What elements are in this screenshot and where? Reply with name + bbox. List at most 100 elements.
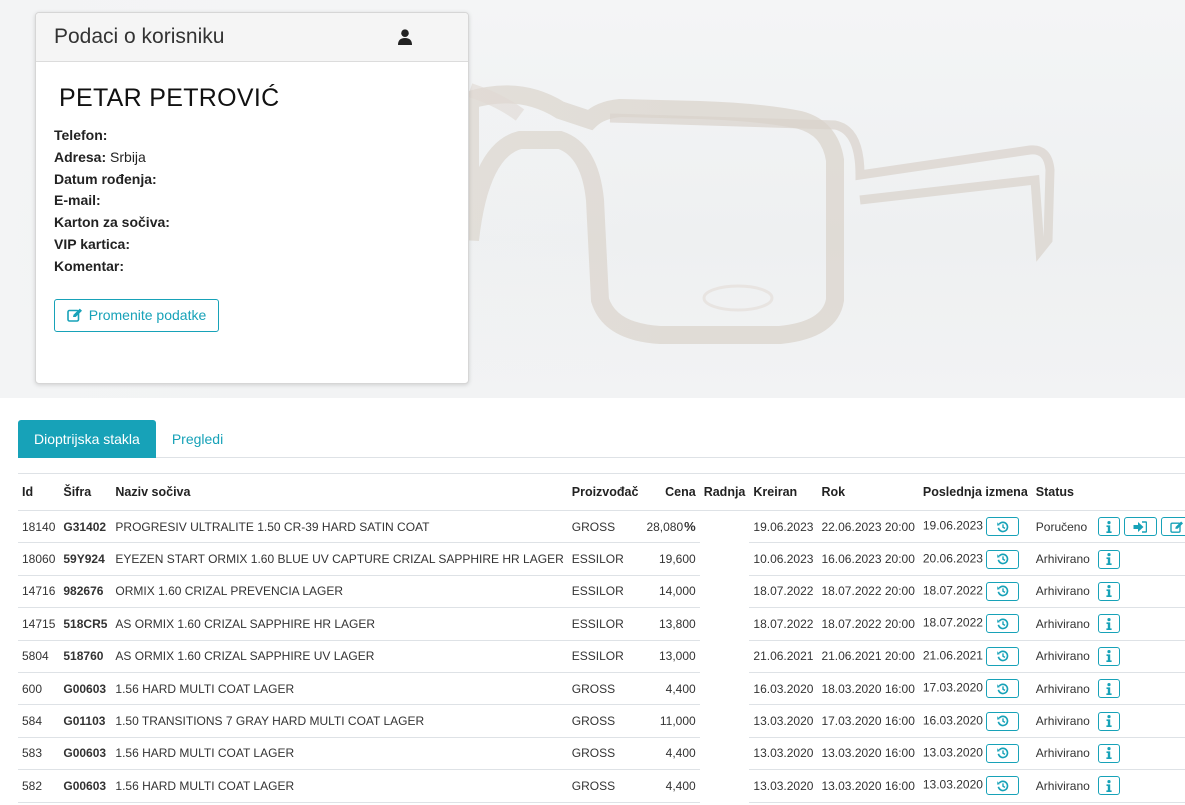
col-header-price[interactable]: Cena [642,473,700,511]
col-header-maker[interactable]: Proizvođač [567,473,643,511]
cell-id: 18140 [18,510,60,544]
table-row[interactable]: 14715 518CR5 AS ORMIX 1.60 CRIZAL SAPPHIRE… [18,607,1185,641]
cell-id: 5804 [18,640,60,673]
user-card-title: Podaci o korisniku [54,25,225,48]
cell-modified: 18.07.2022 [918,575,1032,609]
info-button[interactable] [1097,549,1120,569]
cell-code: G00603 [59,737,112,771]
cell-created: 13.03.2020 [749,769,818,803]
edit-icon [66,308,82,322]
cell-created: 13.03.2020 [749,704,818,738]
price-value: 4,400 [665,746,696,761]
cell-due: 16.06.2023 20:00 [817,542,919,576]
info-button[interactable] [1097,679,1120,699]
col-header-actions [1093,473,1185,511]
history-button[interactable] [986,517,1020,537]
modified-date: 17.03.2020 [922,680,983,695]
cell-actions [1093,607,1185,641]
cell-due: 18.03.2020 16:00 [817,672,919,706]
cell-code: 518CR5 [59,607,112,641]
cell-due: 13.03.2020 16:00 [817,737,919,771]
cell-status: Arhivirano [1031,704,1094,738]
history-button[interactable] [986,776,1020,796]
col-header-due[interactable]: Rok [817,473,919,511]
cell-modified: 21.06.2021 [918,640,1032,673]
cell-name: 1.56 HARD MULTI COAT LAGER [111,737,568,771]
cell-status: Arhivirano [1031,737,1094,771]
cell-due: 21.06.2021 20:00 [817,640,919,673]
info-button[interactable] [1097,743,1120,763]
modified-date: 13.03.2020 [922,777,983,792]
table-row[interactable]: 14716 982676 ORMIX 1.60 CRIZAL PREVENCIA L… [18,575,1185,609]
cell-code: 982676 [59,575,112,609]
history-button[interactable] [986,679,1020,699]
table-row[interactable]: 584 G01103 1.50 TRANSITIONS 7 GRAY HARD MU… [18,704,1185,738]
info-icon [1106,553,1112,566]
history-button[interactable] [986,581,1020,601]
history-icon [996,553,1009,565]
history-button[interactable] [986,743,1020,763]
cell-id: 582 [18,769,60,803]
cell-name: ORMIX 1.60 CRIZAL PREVENCIA LAGER [111,575,568,609]
edit-user-button[interactable]: Promenite podatke [54,298,219,332]
cell-status: Arhivirano [1031,640,1094,673]
col-header-status[interactable]: Status [1031,473,1094,511]
cell-actions [1093,704,1185,738]
col-header-name[interactable]: Naziv sočiva [111,473,568,511]
col-header-id[interactable]: Id [18,473,60,511]
history-button[interactable] [986,549,1020,569]
cell-shop [700,543,750,575]
col-header-modified[interactable]: Poslednja izmena [918,473,1032,511]
history-button[interactable] [986,646,1020,666]
col-header-code[interactable]: Šifra [59,473,112,511]
price-value: 4,400 [665,681,696,696]
table-row[interactable]: 5804 518760 AS ORMIX 1.60 CRIZAL SAPPHIRE … [18,640,1185,673]
cell-actions [1093,575,1185,609]
history-icon [996,650,1009,662]
send-order-button[interactable] [1123,517,1157,537]
cell-shop [700,770,750,802]
cell-status: Arhivirano [1031,769,1094,803]
col-header-created[interactable]: Kreiran [749,473,818,511]
edit-row-button[interactable] [1160,517,1185,537]
info-button[interactable] [1097,581,1120,601]
cell-created: 13.03.2020 [749,737,818,771]
col-header-shop[interactable]: Radnja [699,473,750,511]
cell-maker: GROSS [567,737,643,771]
price-value: 19,600 [659,552,696,567]
cell-created: 18.07.2022 [749,607,818,641]
cell-code: G00603 [59,769,112,803]
lenses-table: Id Šifra Naziv sočiva Proizvođač Cena Ra… [18,473,1185,803]
cell-actions [1093,769,1185,803]
info-icon [1106,715,1112,728]
cell-shop [700,672,750,704]
table-row[interactable]: 583 G00603 1.56 HARD MULTI COAT LAGER GROSS… [18,737,1185,771]
cell-actions [1093,510,1185,544]
user-info-card: Podaci o korisniku PETAR PETROVIĆ Telefo… [35,12,469,384]
table-row[interactable]: 18140 G31402 PROGRESIV ULTRALITE 1.50 CR-3… [18,510,1185,544]
history-button[interactable] [986,711,1020,731]
user-card-body: PETAR PETROVIĆ Telefon: Adresa: Srbija Da… [36,62,468,332]
tab-dioptrijska-stakla[interactable]: Dioptrijska stakla [18,420,156,458]
info-button[interactable] [1097,776,1120,796]
tab-pregledi[interactable]: Pregledi [156,420,239,458]
info-button[interactable] [1097,711,1120,731]
cell-maker: GROSS [567,510,643,544]
history-icon [996,618,1009,630]
table-row[interactable]: 18060 59Y924 EYEZEN START ORMIX 1.60 BLUE … [18,542,1185,576]
info-icon [1106,520,1112,533]
info-button[interactable] [1097,646,1120,666]
table-row[interactable]: 600 G00603 1.56 HARD MULTI COAT LAGER GROSS… [18,672,1185,706]
cell-id: 14715 [18,607,60,641]
user-fields: Telefon: Adresa: Srbija Datum rođenja: E-… [54,125,450,278]
cell-actions [1093,672,1185,706]
history-icon [996,521,1009,533]
cell-price: 13,800 [642,607,700,641]
price-value: 13,800 [659,616,696,631]
cell-status: Arhivirano [1031,672,1094,706]
info-button[interactable] [1097,517,1120,537]
cell-price: 4,400 [642,769,700,803]
history-button[interactable] [986,614,1020,634]
info-button[interactable] [1097,614,1120,634]
table-row[interactable]: 582 G00603 1.56 HARD MULTI COAT LAGER GROSS… [18,769,1185,803]
